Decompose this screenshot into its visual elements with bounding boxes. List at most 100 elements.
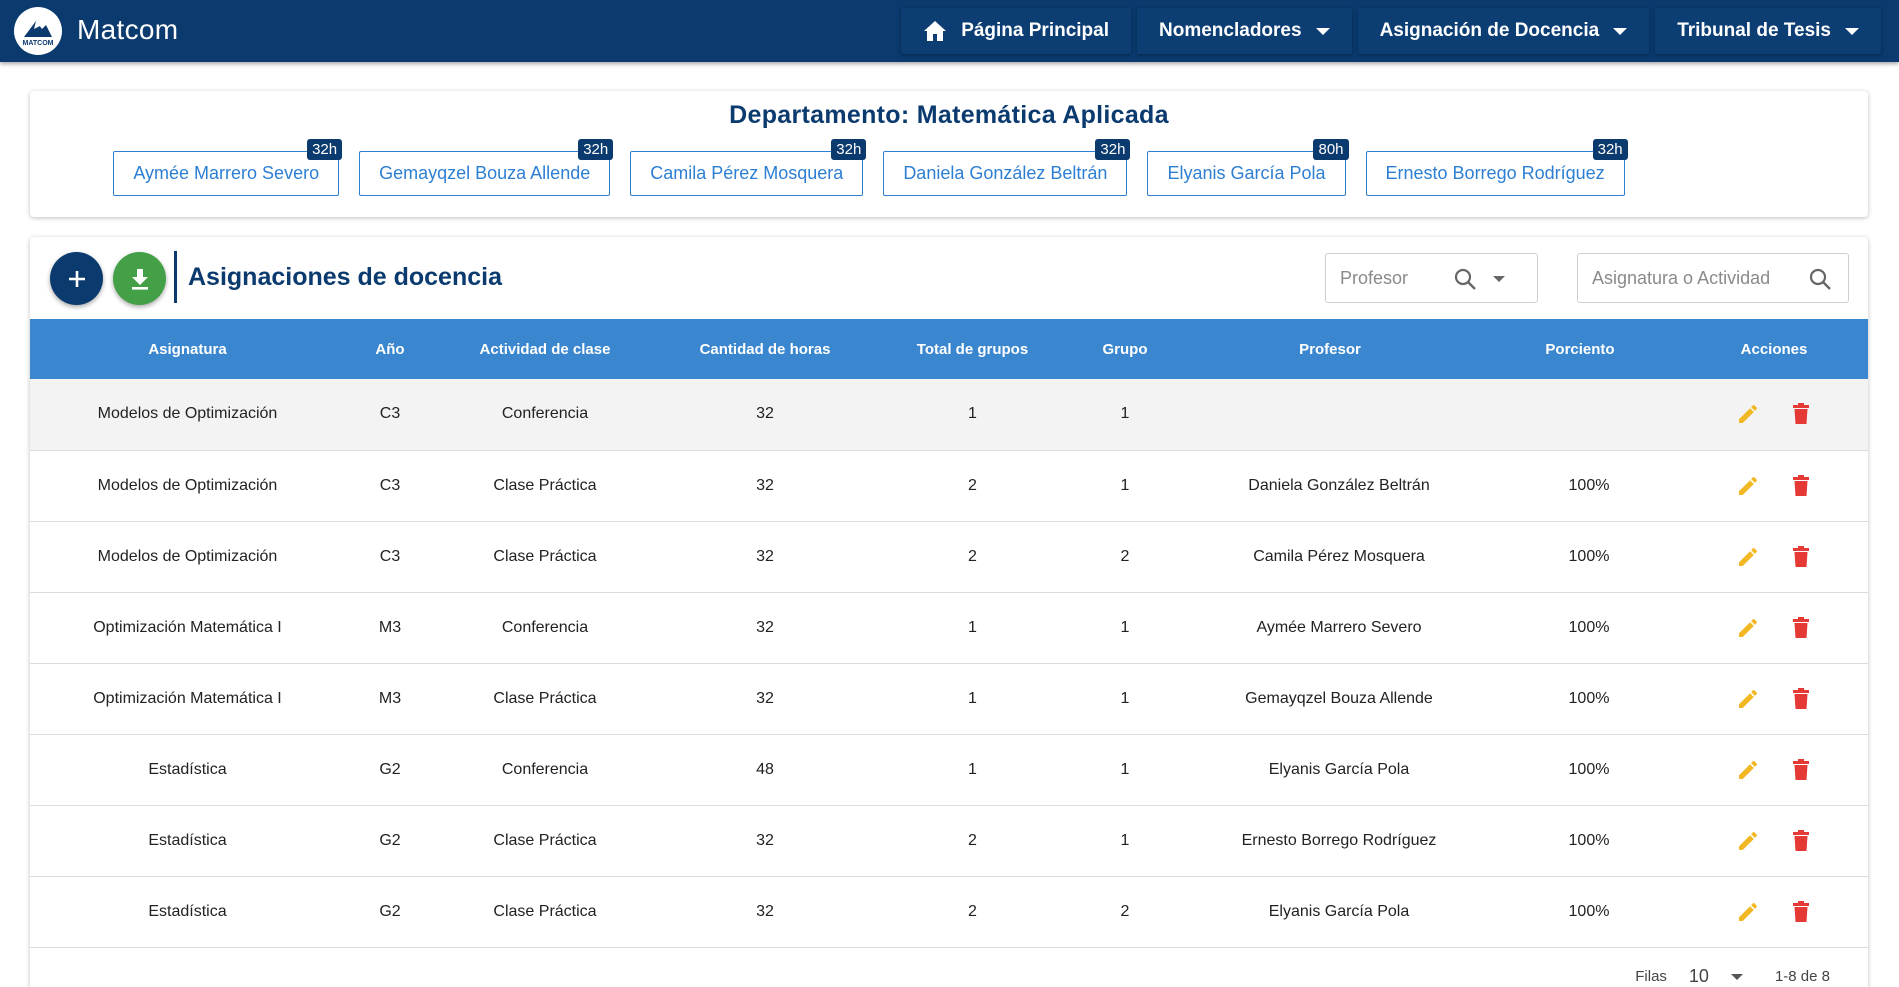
cell-asignatura: Modelos de Optimización	[97, 405, 278, 423]
chevron-down-icon[interactable]	[1730, 973, 1743, 980]
professor-chips: Aymée Marrero Severo 32h Gemayqzel Bouza …	[30, 139, 1868, 196]
professor-chip-name: Camila Pérez Mosquera	[650, 163, 844, 183]
rows-per-page-select[interactable]: 10	[1689, 966, 1709, 987]
column-header[interactable]: Total de grupos	[875, 319, 1070, 379]
cell-horas: 32	[756, 831, 774, 849]
chevron-down-icon	[1315, 27, 1330, 35]
cell-total-grupos: 1	[968, 760, 977, 778]
cell-acciones	[1680, 734, 1868, 805]
cell-actividad: Conferencia	[501, 405, 589, 423]
cell-porciento: 100%	[1568, 831, 1610, 849]
column-header[interactable]: Asignatura	[30, 319, 345, 379]
cell-actividad: Clase Práctica	[493, 689, 597, 707]
main-nav: Página Principal Nomencladores Asignació…	[901, 8, 1881, 54]
cell-acciones	[1680, 592, 1868, 663]
column-header[interactable]: Grupo	[1070, 319, 1180, 379]
search-icon	[1808, 267, 1832, 291]
nav-nomencladores-label: Nomencladores	[1159, 20, 1302, 41]
rows-per-page-label: Filas	[1635, 968, 1667, 985]
cell-total-grupos: 2	[968, 547, 977, 565]
cell-grupo: 1	[1120, 760, 1130, 778]
delete-icon[interactable]	[1790, 900, 1812, 924]
column-header[interactable]: Actividad de clase	[435, 319, 655, 379]
column-header[interactable]: Profesor	[1180, 319, 1480, 379]
nav-home[interactable]: Página Principal	[901, 8, 1132, 54]
cell-actividad: Clase Práctica	[493, 831, 597, 849]
cell-profesor: Aymée Marrero Severo	[1256, 618, 1422, 636]
chevron-down-icon	[1845, 27, 1859, 35]
matcom-logo[interactable]: MATCOM	[14, 7, 62, 55]
edit-icon[interactable]	[1736, 474, 1760, 498]
cell-asignatura: Optimización Matemática I	[93, 689, 282, 707]
cell-porciento: 100%	[1568, 689, 1610, 707]
professor-chip-name: Daniela González Beltrán	[903, 163, 1108, 183]
edit-icon[interactable]	[1736, 900, 1760, 924]
delete-icon[interactable]	[1790, 474, 1812, 498]
cell-porciento: 100%	[1568, 902, 1610, 920]
professor-chip[interactable]: Camila Pérez Mosquera 32h	[630, 139, 867, 196]
professor-chip[interactable]: Gemayqzel Bouza Allende 32h	[359, 139, 614, 196]
chevron-down-icon[interactable]	[1493, 276, 1505, 282]
edit-icon[interactable]	[1736, 758, 1760, 782]
cell-anio: C3	[379, 476, 401, 494]
professor-chip[interactable]: Daniela González Beltrán 32h	[883, 139, 1131, 196]
cell-profesor: Ernesto Borrego Rodríguez	[1241, 831, 1437, 849]
nav-nomencladores[interactable]: Nomencladores	[1137, 8, 1352, 54]
cell-grupo: 2	[1120, 547, 1130, 565]
cell-porciento: 100%	[1568, 618, 1610, 636]
cell-grupo: 1	[1120, 689, 1130, 707]
cell-grupo: 1	[1120, 831, 1130, 849]
nav-asignacion-docencia[interactable]: Asignación de Docencia	[1357, 8, 1650, 54]
edit-icon[interactable]	[1736, 616, 1760, 640]
edit-icon[interactable]	[1736, 829, 1760, 853]
delete-icon[interactable]	[1790, 687, 1812, 711]
cell-porciento	[1480, 379, 1680, 450]
table-pagination: Filas 10 1-8 de 8	[1635, 966, 1830, 987]
delete-icon[interactable]	[1790, 758, 1812, 782]
cell-total-grupos: 1	[968, 689, 977, 707]
svg-text:MATCOM: MATCOM	[23, 40, 54, 47]
delete-icon[interactable]	[1790, 545, 1812, 569]
cell-grupo: 2	[1120, 902, 1130, 920]
edit-icon[interactable]	[1736, 545, 1760, 569]
table-header-row: Asignatura Año Actividad de clase Cantid…	[30, 319, 1868, 379]
table-row: Estadística G2 Clase Práctica 32 2 1 Ernesto B…	[30, 805, 1868, 876]
professor-chip[interactable]: Aymée Marrero Severo 32h	[113, 139, 343, 196]
profesor-filter[interactable]: Profesor	[1325, 253, 1538, 303]
cell-horas: 32	[756, 405, 774, 423]
asignatura-search-input[interactable]: Asignatura o Actividad	[1577, 253, 1849, 303]
professor-chip-name: Gemayqzel Bouza Allende	[379, 163, 591, 183]
nav-tribunal-tesis[interactable]: Tribunal de Tesis	[1655, 8, 1881, 54]
add-assignment-button[interactable]	[50, 252, 103, 305]
cell-anio: C3	[379, 547, 401, 565]
edit-icon[interactable]	[1736, 402, 1760, 426]
title-accent-bar	[174, 251, 177, 303]
nav-home-label: Página Principal	[961, 20, 1110, 41]
cell-grupo: 1	[1120, 476, 1130, 494]
edit-icon[interactable]	[1736, 687, 1760, 711]
column-header[interactable]: Cantidad de horas	[655, 319, 875, 379]
hours-badge: 32h	[1095, 139, 1131, 160]
nav-asignacion-label: Asignación de Docencia	[1379, 20, 1600, 41]
delete-icon[interactable]	[1790, 616, 1812, 640]
professor-chip[interactable]: Ernesto Borrego Rodríguez 32h	[1365, 139, 1628, 196]
search-icon	[1453, 267, 1477, 291]
download-button[interactable]	[113, 252, 166, 305]
delete-icon[interactable]	[1790, 402, 1812, 426]
assignments-table: Asignatura Año Actividad de clase Cantid…	[30, 319, 1868, 948]
hours-badge: 32h	[307, 139, 343, 160]
cell-horas: 32	[756, 689, 774, 707]
cell-acciones	[1680, 663, 1868, 734]
column-header[interactable]: Porciento	[1480, 319, 1680, 379]
column-header[interactable]: Año	[345, 319, 435, 379]
cell-asignatura: Estadística	[148, 760, 227, 778]
top-navbar: MATCOM Matcom Página Principal Nomenclad…	[0, 0, 1899, 62]
nav-tribunal-label: Tribunal de Tesis	[1677, 20, 1831, 41]
professor-chip-name: Aymée Marrero Severo	[133, 163, 320, 183]
plus-icon	[66, 268, 88, 290]
delete-icon[interactable]	[1790, 829, 1812, 853]
professor-chip[interactable]: Elyanis García Pola 80h	[1147, 139, 1349, 196]
cell-anio: M3	[378, 689, 402, 707]
cell-actividad: Conferencia	[501, 618, 589, 636]
cell-profesor: Gemayqzel Bouza Allende	[1245, 689, 1433, 707]
